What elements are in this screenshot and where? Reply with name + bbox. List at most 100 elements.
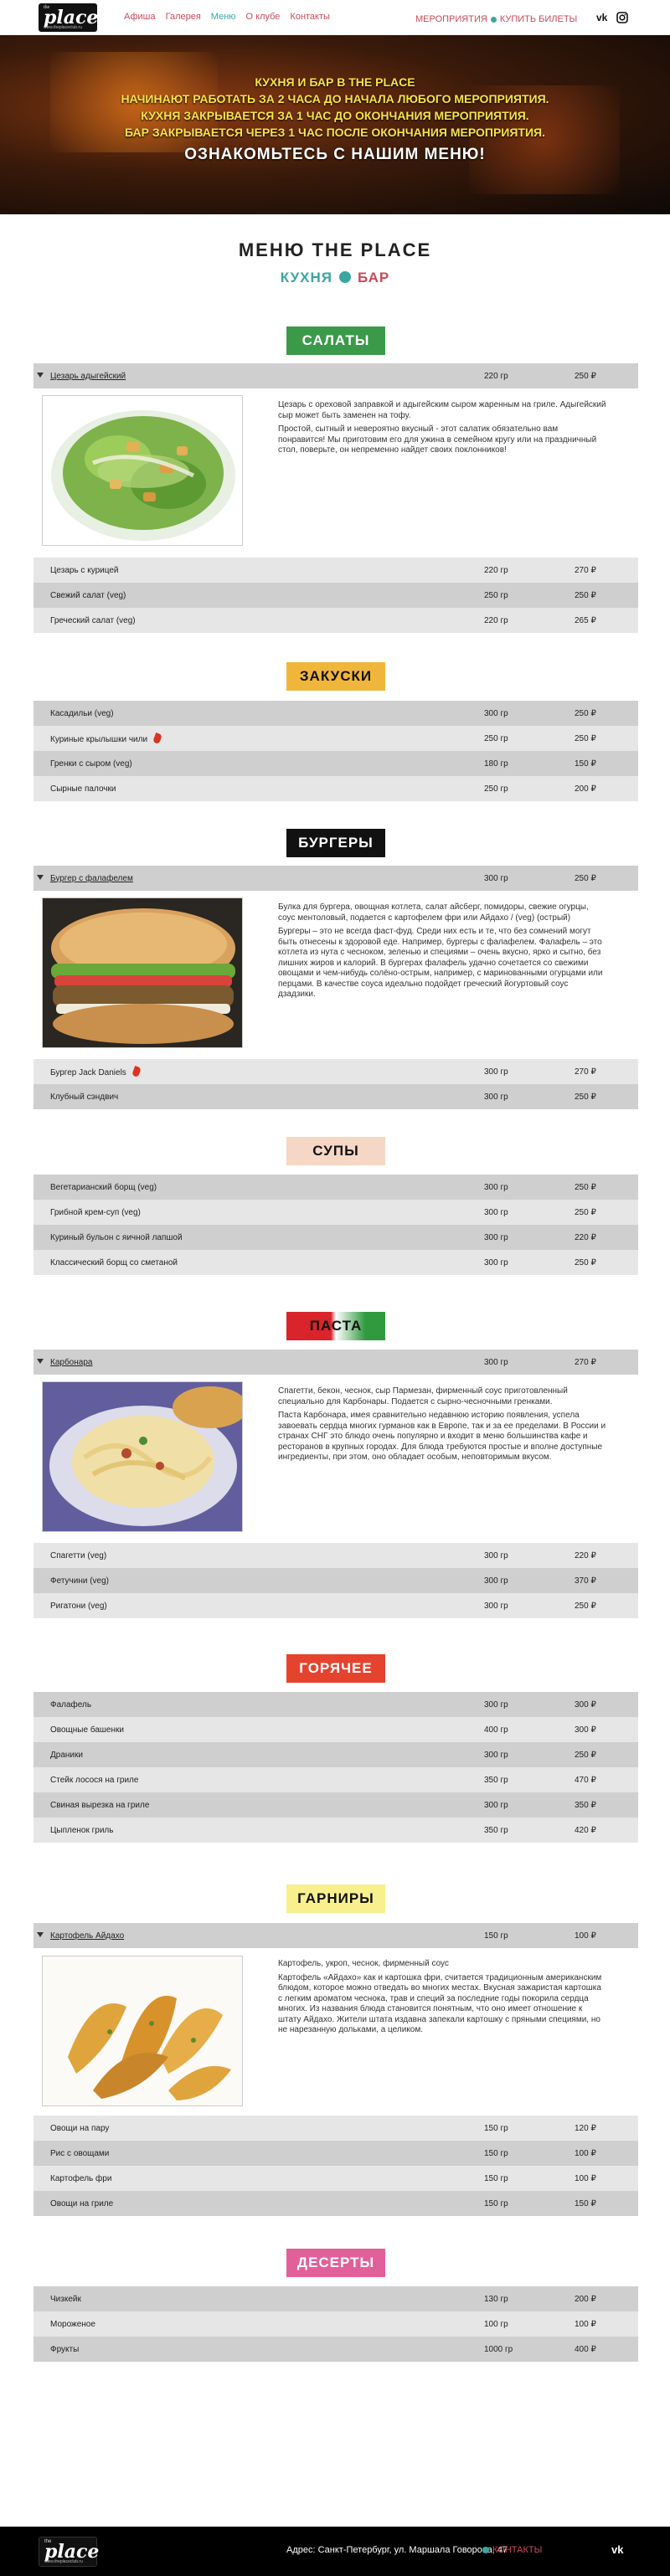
- item-weight: 150 гр: [484, 2123, 508, 2133]
- logo-url: www.theplaceclub.ru: [44, 2559, 83, 2564]
- menu-item: Овощи на гриле 150 гр 150 ₽: [34, 2191, 638, 2216]
- item-description: Булка для бургера, овощная котлета, сала…: [278, 902, 606, 1004]
- item-weight: 300 гр: [484, 873, 508, 883]
- item-price: 200 ₽: [575, 2294, 596, 2304]
- item-price: 265 ₽: [575, 615, 596, 625]
- description-paragraph: Простой, сытный и невероятно вкусный - э…: [278, 424, 597, 455]
- description-paragraph: Картофель «Айдахо» как и картошка фри, с…: [278, 1972, 602, 2035]
- item-weight: 300 гр: [484, 1800, 508, 1810]
- menu-item: Фетучини (veg) 300 гр 370 ₽: [34, 1568, 638, 1593]
- vk-icon[interactable]: vk: [611, 2543, 623, 2556]
- menu-item: Сырные палочки 250 гр 200 ₽: [34, 776, 638, 801]
- events-link[interactable]: МЕРОПРИЯТИЯ: [415, 14, 487, 24]
- item-price: 250 ₽: [575, 590, 596, 600]
- item-weight: 250 гр: [484, 784, 508, 794]
- category-hot-badge: ГОРЯЧЕЕ: [286, 1654, 385, 1683]
- item-weight: 150 гр: [484, 2173, 508, 2183]
- footer-contacts-link[interactable]: КОНТАКТЫ: [492, 2545, 542, 2555]
- menu-item: Касадильи (veg) 300 гр 250 ₽: [34, 701, 638, 726]
- nav-item-gallery[interactable]: Галерея: [166, 12, 201, 22]
- item-weight: 350 гр: [484, 1825, 508, 1835]
- menu-item-featured[interactable]: Карбонара 300 гр 270 ₽: [34, 1350, 638, 1375]
- description-paragraph: Булка для бургера, овощная котлета, сала…: [278, 902, 589, 923]
- item-name-text: Бургер Jack Daniels: [50, 1067, 126, 1077]
- expand-triangle-icon[interactable]: [37, 1932, 44, 1937]
- hero-line: НАЧИНАЮТ РАБОТАТЬ ЗА 2 ЧАСА ДО НАЧАЛА ЛЮ…: [121, 92, 549, 105]
- logo-text: place: [44, 7, 99, 28]
- nav-item-contacts[interactable]: Контакты: [290, 12, 330, 22]
- chili-pepper-icon: [131, 1065, 142, 1077]
- item-weight: 300 гр: [484, 1601, 508, 1611]
- nav-item-menu[interactable]: Меню: [211, 12, 236, 22]
- item-price: 100 ₽: [575, 1931, 596, 1941]
- item-weight: 300 гр: [484, 1092, 508, 1102]
- item-price: 100 ₽: [575, 2319, 596, 2329]
- description-paragraph: Паста Карбонара, имея сравнительно недав…: [278, 1411, 606, 1462]
- menu-item: Фалафель 300 гр 300 ₽: [34, 1692, 638, 1717]
- kitchen-tab[interactable]: КУХНЯ: [281, 270, 332, 285]
- item-price: 250 ₽: [575, 1601, 596, 1611]
- item-description: Цезарь с ореховой заправкой и адыгейским…: [278, 400, 606, 460]
- nav-item-afisha[interactable]: Афиша: [124, 12, 156, 22]
- item-weight: 300 гр: [484, 1750, 508, 1760]
- expand-triangle-icon[interactable]: [37, 1359, 44, 1364]
- item-name: Гренки с сыром (veg): [50, 758, 132, 769]
- item-name: Бургер Jack Daniels: [50, 1065, 142, 1077]
- item-name-text: Куриные крылышки чили: [50, 734, 148, 744]
- item-price: 250 ₽: [575, 708, 596, 718]
- item-name: Мороженое: [50, 2319, 95, 2329]
- hero-menu-cta[interactable]: ОЗНАКОМЬТЕСЬ С НАШИМ МЕНЮ!: [0, 146, 670, 164]
- item-name[interactable]: Цезарь адыгейский: [50, 372, 126, 381]
- menu-item: Рис с овощами 150 гр 100 ₽: [34, 2141, 638, 2166]
- item-weight: 300 гр: [484, 1232, 508, 1242]
- menu-item: Классический борщ со сметаной 300 гр 250…: [34, 1250, 638, 1275]
- item-weight: 300 гр: [484, 1182, 508, 1192]
- instagram-icon[interactable]: [616, 12, 628, 26]
- item-price: 270 ₽: [575, 1357, 596, 1367]
- item-weight: 350 гр: [484, 1775, 508, 1785]
- item-name: Свежий салат (veg): [50, 590, 126, 600]
- item-name[interactable]: Карбонара: [50, 1358, 92, 1367]
- nav-item-about[interactable]: О клубе: [246, 12, 281, 22]
- item-name: Фалафель: [50, 1699, 92, 1710]
- expand-triangle-icon[interactable]: [37, 875, 44, 880]
- item-weight: 300 гр: [484, 1699, 508, 1710]
- menu-switch: КУХНЯ БАР: [0, 270, 670, 286]
- item-weight: 300 гр: [484, 1576, 508, 1586]
- menu-item: Овощные башенки 400 гр 300 ₽: [34, 1717, 638, 1742]
- item-price: 250 ₽: [575, 873, 596, 883]
- menu-item-featured[interactable]: Картофель Айдахо 150 гр 100 ₽: [34, 1923, 638, 1948]
- footer-logo[interactable]: the place www.theplaceclub.ru: [39, 2537, 99, 2567]
- description-paragraph: Картофель, укроп, чеснок, фирменный соус: [278, 1959, 449, 1968]
- idaho-potato-image: [42, 1956, 243, 2106]
- item-name[interactable]: Картофель Айдахо: [50, 1931, 124, 1941]
- menu-item: Бургер Jack Daniels 300 гр 270 ₽: [34, 1059, 638, 1084]
- hero-line: БАР ЗАКРЫВАЕТСЯ ЧЕРЕЗ 1 ЧАС ПОСЛЕ ОКОНЧА…: [124, 126, 545, 139]
- item-price: 250 ₽: [575, 733, 596, 743]
- item-name: Греческий салат (veg): [50, 615, 136, 625]
- expand-triangle-icon[interactable]: [37, 373, 44, 378]
- item-price: 100 ₽: [575, 2148, 596, 2158]
- tickets-link[interactable]: КУПИТЬ БИЛЕТЫ: [500, 14, 577, 24]
- menu-item: Греческий салат (veg) 220 гр 265 ₽: [34, 608, 638, 633]
- footer: the place www.theplaceclub.ru Адрес: Сан…: [0, 2527, 670, 2576]
- item-price: 200 ₽: [575, 784, 596, 794]
- item-name: Классический борщ со сметаной: [50, 1257, 178, 1267]
- menu-item-featured[interactable]: Цезарь адыгейский 220 гр 250 ₽: [34, 363, 638, 388]
- menu-item: Фрукты 1000 гр 400 ₽: [34, 2337, 638, 2362]
- item-name: Фрукты: [50, 2344, 80, 2354]
- item-weight: 180 гр: [484, 758, 508, 769]
- item-name: Куриные крылышки чили: [50, 732, 162, 744]
- bar-tab[interactable]: БАР: [358, 270, 389, 285]
- item-weight: 220 гр: [484, 565, 508, 575]
- item-description: Картофель, укроп, чеснок, фирменный соус…: [278, 1959, 606, 2039]
- menu-item: Вегетарианский борщ (veg) 300 гр 250 ₽: [34, 1175, 638, 1200]
- item-weight: 300 гр: [484, 1067, 508, 1077]
- site-logo[interactable]: the place www.theplaceclub.ru: [39, 3, 99, 32]
- item-weight: 150 гр: [484, 2148, 508, 2158]
- item-name[interactable]: Бургер с фалафелем: [50, 874, 133, 883]
- menu-item-featured[interactable]: Бургер с фалафелем 300 гр 250 ₽: [34, 866, 638, 891]
- vk-icon[interactable]: vk: [596, 12, 607, 23]
- menu-item: Ригатони (veg) 300 гр 250 ₽: [34, 1593, 638, 1618]
- footer-address: Адрес: Санкт-Петербург, ул. Маршала Гово…: [286, 2545, 508, 2555]
